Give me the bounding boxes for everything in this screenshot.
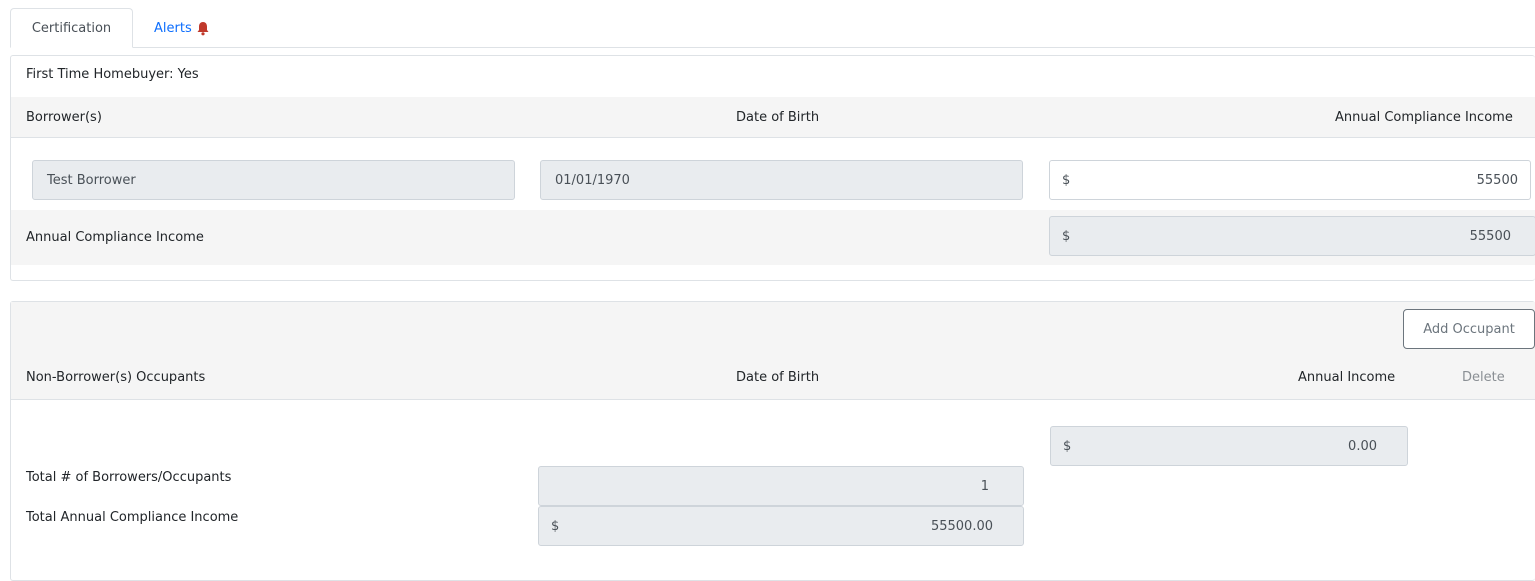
borrower-name-value: Test Borrower <box>47 172 136 188</box>
borrower-income-input[interactable]: $ 55500 <box>1049 160 1531 200</box>
delete-column-header: Delete <box>1462 370 1505 385</box>
borrower-name-field[interactable]: Test Borrower <box>32 160 515 200</box>
borrower-income-value: 55500 <box>1476 172 1518 188</box>
occupant-annual-income-total-value: 0.00 <box>1348 438 1377 454</box>
tab-certification-label: Certification <box>31 20 112 36</box>
annual-income-column-header: Annual Income <box>1298 370 1396 385</box>
borrower-dob-field[interactable]: 01/01/1970 <box>540 160 1023 200</box>
tab-bar-divider <box>10 47 1535 48</box>
annual-compliance-income-value: 55500 <box>1469 228 1511 244</box>
borrower-header-divider <box>11 137 1535 138</box>
total-borrowers-occupants-value: 1 <box>980 478 989 494</box>
annual-compliance-income-label: Annual Compliance Income <box>26 230 204 245</box>
total-annual-compliance-income-field: $ 55500.00 <box>538 506 1024 546</box>
bell-icon <box>196 21 210 36</box>
tab-alerts-label: Alerts <box>154 20 192 36</box>
occupant-header-divider <box>11 399 1535 400</box>
occupants-column-header: Non-Borrower(s) Occupants <box>26 370 206 385</box>
add-occupant-label: Add Occupant <box>1423 321 1515 337</box>
tab-certification[interactable]: Certification <box>10 8 133 48</box>
borrower-column-header: Borrower(s) <box>26 110 102 125</box>
currency-symbol: $ <box>1063 438 1072 454</box>
currency-symbol: $ <box>551 518 560 534</box>
total-annual-compliance-income-value: 55500.00 <box>930 518 993 534</box>
currency-symbol: $ <box>1062 228 1071 244</box>
total-annual-compliance-income-label: Total Annual Compliance Income <box>26 510 239 525</box>
income-column-header: Annual Compliance Income <box>1335 110 1513 125</box>
first-time-homebuyer-text: First Time Homebuyer: Yes <box>26 67 199 82</box>
currency-symbol: $ <box>1062 172 1071 188</box>
add-occupant-button[interactable]: Add Occupant <box>1403 309 1535 349</box>
borrower-dob-value: 01/01/1970 <box>555 172 630 188</box>
total-borrowers-occupants-field: 1 <box>538 466 1024 506</box>
dob-column-header: Date of Birth <box>736 110 820 125</box>
occupant-dob-column-header: Date of Birth <box>736 370 820 385</box>
occupant-annual-income-total-field: $ 0.00 <box>1050 426 1408 466</box>
total-borrowers-occupants-label: Total # of Borrowers/Occupants <box>26 470 232 485</box>
annual-compliance-income-field: $ 55500 <box>1049 216 1535 256</box>
tab-alerts[interactable]: Alerts <box>140 8 224 48</box>
